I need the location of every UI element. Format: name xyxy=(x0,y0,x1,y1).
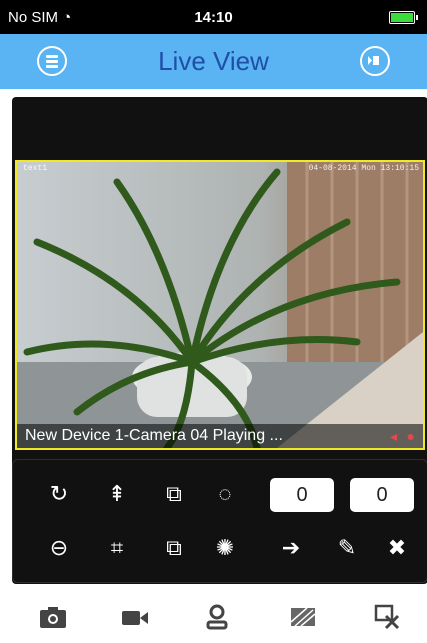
video-caption-bar: New Device 1-Camera 04 Playing ... ◂ ● xyxy=(17,424,423,448)
arrow-right-icon[interactable]: ➔ xyxy=(275,532,307,564)
zoom-in-icon[interactable]: ⇞ xyxy=(101,478,133,510)
osd-timestamp: 04-08-2014 Mon 13:10:15 xyxy=(308,164,419,173)
status-bar: No SIM ◔ 14:10 xyxy=(0,0,427,34)
focus-far-icon[interactable]: ✺ xyxy=(209,532,241,564)
video-window[interactable]: text1 04-08-2014 Mon 13:10:15 New Device… xyxy=(15,160,425,450)
speaker-icon[interactable]: ◂ xyxy=(390,428,397,445)
rotate-icon[interactable]: ↻ xyxy=(43,478,75,510)
live-view-panel: text1 04-08-2014 Mon 13:10:15 New Device… xyxy=(12,97,427,584)
camera-feed: text1 04-08-2014 Mon 13:10:15 xyxy=(17,162,423,448)
flip-icon[interactable]: ⊖ xyxy=(43,532,75,564)
playback-icon xyxy=(368,56,379,65)
image-quality-icon[interactable] xyxy=(288,602,318,632)
value-field-1[interactable]: 0 xyxy=(270,478,334,512)
close-window-icon[interactable] xyxy=(372,602,402,632)
user-icon[interactable] xyxy=(202,602,232,632)
camera-status: New Device 1-Camera 04 Playing ... xyxy=(25,427,283,444)
bottom-toolbar xyxy=(0,594,427,643)
osd-label: text1 xyxy=(23,164,48,173)
microphone-icon[interactable]: ● xyxy=(407,428,415,444)
grid-icon[interactable]: ⌗ xyxy=(101,532,133,564)
status-time: 14:10 xyxy=(194,9,233,26)
battery-icon xyxy=(389,11,418,24)
layers-icon[interactable]: ⧉ xyxy=(158,532,190,564)
close-icon[interactable]: ✖ xyxy=(381,532,413,564)
value-field-2[interactable]: 0 xyxy=(350,478,414,512)
edit-icon[interactable]: ✎ xyxy=(331,532,363,564)
navigation-bar: Live View xyxy=(0,34,427,89)
copy-icon[interactable]: ⧉ xyxy=(158,478,190,510)
playback-button[interactable] xyxy=(360,46,390,76)
ptz-control-panel: ↻ ⇞ ⧉ ◌ 0 0 ⊖ ⌗ ⧉ ✺ ➔ ✎ ✖ xyxy=(12,459,427,583)
video-record-icon[interactable] xyxy=(120,602,150,632)
focus-near-icon[interactable]: ◌ xyxy=(209,478,241,510)
camera-snapshot-icon[interactable] xyxy=(38,602,68,632)
